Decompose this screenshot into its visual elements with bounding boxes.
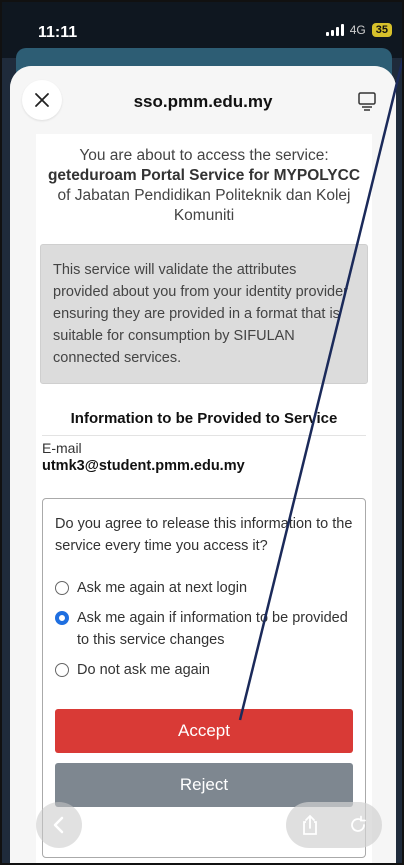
attribute-name: E-mail — [42, 440, 82, 456]
close-icon — [35, 93, 49, 107]
browser-sheet: sso.pmm.edu.my You are about to access t… — [10, 66, 396, 863]
reader-icon[interactable] — [356, 90, 378, 112]
intro-suffix: of Jabatan Pendidikan Politeknik dan Kol… — [57, 187, 351, 224]
status-indicators: 4G 35 — [325, 23, 392, 37]
close-button[interactable] — [22, 80, 62, 120]
option-ask-if-changes[interactable]: Ask me again if information to be provid… — [55, 607, 353, 651]
browser-actions — [286, 802, 382, 848]
reload-icon[interactable] — [348, 815, 368, 835]
sheet-header: sso.pmm.edu.my — [10, 66, 396, 134]
back-icon — [53, 816, 64, 834]
consent-options: Ask me again at next login Ask me again … — [55, 577, 353, 681]
signal-icon — [325, 24, 344, 36]
consent-question: Do you agree to release this information… — [55, 516, 353, 554]
service-name: geteduroam Portal Service for MYPOLYCC — [47, 167, 361, 184]
accept-button[interactable]: Accept — [55, 709, 353, 753]
status-time: 11:11 — [38, 24, 78, 41]
info-box: This service will validate the attribute… — [40, 244, 368, 384]
reject-button[interactable]: Reject — [55, 763, 353, 807]
option-label: Ask me again at next login — [77, 580, 248, 596]
option-do-not-ask[interactable]: Do not ask me again — [55, 659, 353, 681]
url-label: sso.pmm.edu.my — [133, 92, 273, 111]
radio-button-checked[interactable] — [55, 611, 69, 625]
service-intro: You are about to access the service: get… — [36, 134, 372, 226]
back-button[interactable] — [36, 802, 82, 848]
attributes-title: Information to be Provided to Service — [70, 410, 338, 427]
option-label: Ask me again if information to be provid… — [77, 610, 348, 648]
option-label: Do not ask me again — [77, 662, 210, 678]
radio-button[interactable] — [55, 663, 69, 677]
network-type: 4G — [349, 23, 366, 37]
attribute-value: utmk3@student.pmm.edu.my — [42, 458, 245, 474]
intro-prefix: You are about to access the service: — [79, 147, 329, 164]
radio-button[interactable] — [55, 581, 69, 595]
option-ask-next-login[interactable]: Ask me again at next login — [55, 577, 353, 599]
battery-icon: 35 — [371, 23, 392, 37]
screen-frame: 11:11 4G 35 sso.pmm.edu.my You are about… — [0, 0, 404, 865]
share-icon[interactable] — [300, 814, 320, 836]
consent-page: You are about to access the service: get… — [36, 134, 372, 863]
